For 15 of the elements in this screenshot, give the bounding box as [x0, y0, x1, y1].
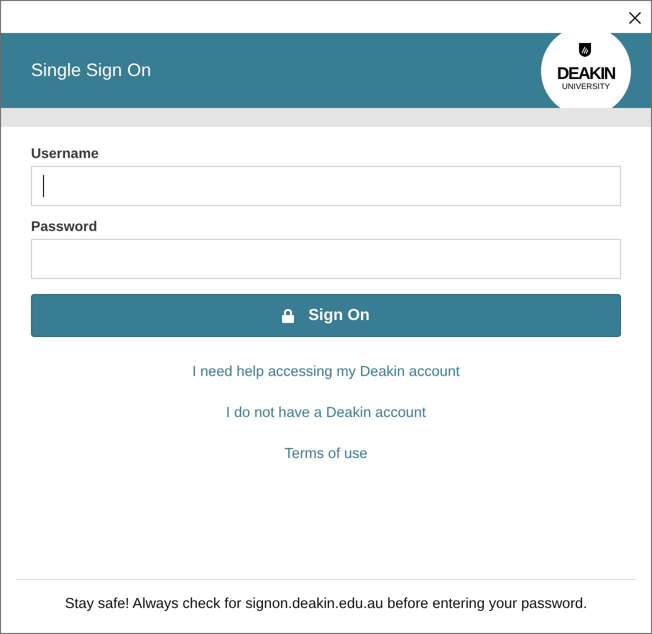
lock-icon	[282, 308, 294, 322]
input-field[interactable]	[31, 166, 621, 206]
dialog-title: Single Sign On	[31, 60, 152, 81]
logo-wordmark: DEAKIN	[557, 65, 615, 82]
text-link[interactable]: I need help accessing my Deakin account	[192, 362, 460, 382]
close-icon	[629, 12, 641, 24]
input-field[interactable]	[31, 239, 621, 279]
text-link[interactable]: Terms of use	[284, 444, 368, 464]
text-link[interactable]: I do not have a Deakin account	[226, 403, 426, 423]
logo-subtitle: UNIVERSITY	[562, 82, 610, 91]
field-label: Username	[31, 144, 99, 163]
security-notice: Stay safe! Always check for signon.deakin.edu.au before entering your password.	[64, 595, 588, 614]
sign-on-button[interactable]: Sign On	[31, 294, 621, 337]
shield-icon	[579, 43, 591, 57]
field-label: Password	[31, 217, 98, 236]
